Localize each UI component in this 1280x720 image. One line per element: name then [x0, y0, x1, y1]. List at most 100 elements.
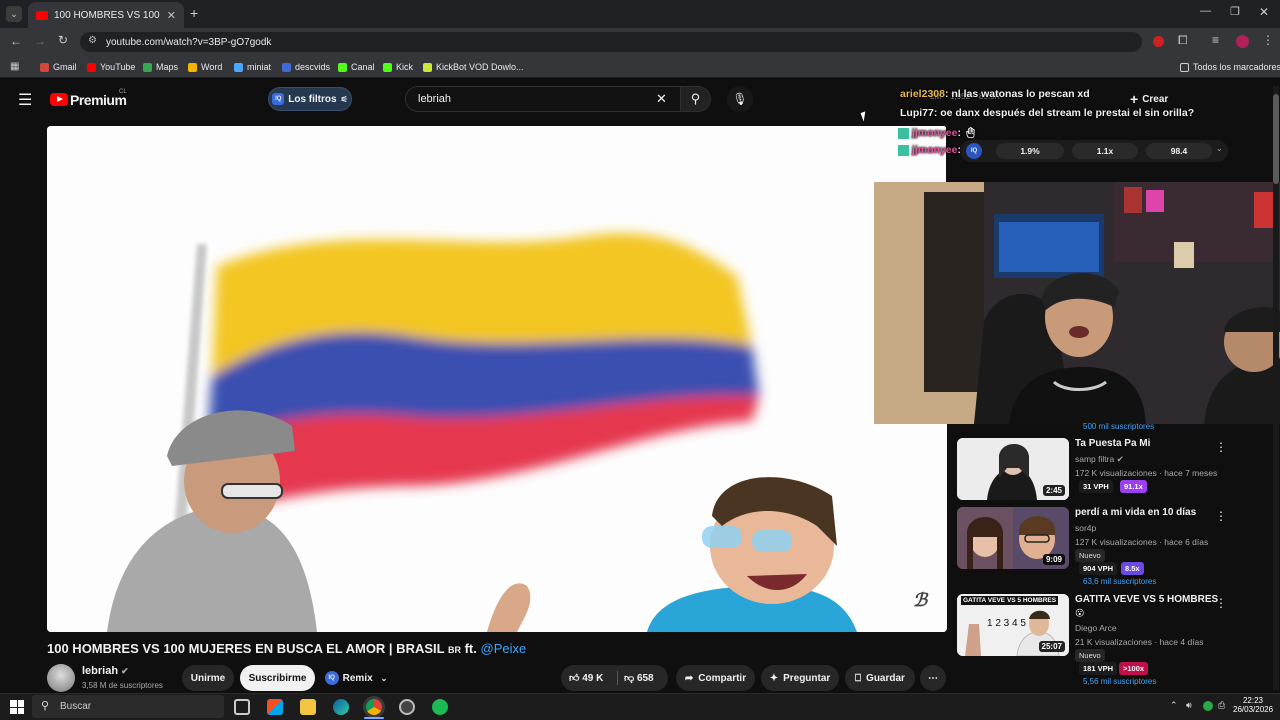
store-icon[interactable] [267, 699, 283, 715]
chrome-icon[interactable] [366, 699, 382, 715]
video-thumbnail[interactable]: GATITA VEVE VS 5 HOMBRES 1 2 3 4 5 25:07 [957, 594, 1069, 656]
channel-avatar[interactable] [47, 664, 75, 692]
kick-icon [383, 62, 392, 72]
share-icon: ➦ [684, 672, 694, 684]
recommendation-item[interactable]: 2:45 Ta Puesta Pa Mi samp filtra ✔ 172 K… [957, 438, 1277, 502]
media-icon[interactable]: ≡ [1212, 33, 1219, 47]
bookmark-kickbot[interactable]: KickBot VOD Dowlo... [423, 62, 524, 72]
maximize-button[interactable]: ❐ [1230, 5, 1240, 18]
tab-search-button[interactable]: ⌄ [6, 6, 22, 22]
recommendation-title[interactable]: perdí a mi vida en 10 días [1075, 507, 1196, 518]
chevron-down-icon: ⌄ [380, 673, 388, 683]
bookmark-youtube[interactable]: YouTube [87, 62, 135, 72]
join-button[interactable]: Unirme [182, 665, 234, 691]
dislike-button[interactable]: 👎︎ 658 [624, 672, 654, 684]
video-player[interactable]: ℬ [47, 126, 947, 632]
recommendation-meta: 127 K visualizaciones · hace 6 días [1075, 537, 1209, 547]
network-icon[interactable]: ⎙ [1218, 700, 1225, 711]
voice-search-button[interactable]: 🎙︎ [727, 86, 753, 112]
hamburger-menu-icon[interactable]: ☰ [18, 90, 32, 110]
back-icon[interactable]: ← [10, 34, 22, 48]
more-options-icon[interactable]: ⋮ [1215, 596, 1227, 610]
more-options-icon[interactable]: ⋮ [1215, 440, 1227, 454]
mention-link[interactable]: @Peixe [481, 641, 527, 656]
chat-message: ariel2308: nl las watonas lo pescan xd [900, 88, 1090, 100]
like-button[interactable]: 👍︎ 49 K [569, 672, 603, 684]
bookmark-miniat[interactable]: miniat [234, 62, 271, 72]
minimize-button[interactable]: — [1200, 5, 1211, 17]
edge-icon[interactable] [333, 699, 349, 715]
spotify-icon[interactable] [432, 699, 448, 715]
task-view-icon[interactable] [234, 699, 250, 715]
bookmarks-bar: ▦ Gmail YouTube Maps Word miniat descvid… [0, 56, 1280, 78]
new-tab-button[interactable]: + [190, 5, 198, 21]
bookmark-word[interactable]: Word [188, 62, 222, 72]
recommendation-title[interactable]: GATITA VEVE VS 5 HOMBRES [1075, 594, 1218, 605]
apps-grid-icon[interactable]: ▦ [10, 61, 19, 72]
bookmark-gmail[interactable]: Gmail [40, 62, 77, 72]
page-scrollbar[interactable] [1273, 86, 1279, 690]
scrollbar-thumb[interactable] [1273, 94, 1279, 184]
recommendation-meta: 21 K visualizaciones · hace 4 días [1075, 637, 1204, 647]
extensions-icon[interactable]: ⧠ [1178, 33, 1188, 48]
search-input[interactable]: lebriah ✕ [405, 86, 681, 112]
tray-chevron-icon[interactable]: ⌃ [1170, 700, 1178, 711]
reload-icon[interactable]: ↻ [58, 33, 68, 47]
thumbnail-caption: GATITA VEVE VS 5 HOMBRES [961, 596, 1059, 605]
recommendation-item[interactable]: 9:09 perdí a mi vida en 10 días sor4p 12… [957, 507, 1277, 587]
subscribe-button[interactable]: Suscribirme [240, 665, 315, 691]
site-info-icon[interactable]: ⚙ [88, 35, 97, 46]
share-button[interactable]: ➦ Compartir [676, 665, 755, 691]
close-window-button[interactable]: ✕ [1259, 5, 1269, 19]
file-explorer-icon[interactable] [300, 699, 316, 715]
bookmark-all-folders[interactable]: Todos los marcadores [1180, 62, 1280, 72]
descvids-icon [282, 62, 291, 72]
stream-chat-overlay: ariel2308: nl las watonas lo pescan xd L… [896, 86, 1280, 158]
ask-button[interactable]: ✦ Preguntar [761, 665, 839, 691]
recommendation-title[interactable]: Ta Puesta Pa Mi [1075, 438, 1150, 449]
more-actions-button[interactable]: ⋯ [920, 665, 946, 691]
remix-button[interactable]: IQ Remix ⌄ [321, 665, 391, 691]
thumbs-up-icon: 👍︎ [569, 673, 580, 684]
channel-watermark-icon[interactable]: ℬ [913, 590, 927, 611]
bookmark-canal[interactable]: Canal [338, 62, 375, 72]
address-bar[interactable]: ⚙ youtube.com/watch?v=3BP-gO7godk [80, 32, 1142, 52]
youtube-premium-logo[interactable]: Premium [70, 92, 127, 108]
tray-app-icon[interactable] [1203, 701, 1213, 711]
new-badge: Nuevo [1075, 649, 1105, 662]
youtube-logo-icon[interactable] [50, 93, 68, 106]
subscriber-count: 3,58 M de suscriptores [82, 681, 163, 690]
profile-avatar[interactable] [1236, 35, 1249, 48]
recommendation-channel[interactable]: sor4p [1075, 523, 1096, 533]
channel-name[interactable]: lebriah ✔ [82, 665, 129, 677]
flag-code: BR [447, 645, 461, 655]
video-thumbnail[interactable]: 9:09 [957, 507, 1069, 569]
search-button[interactable]: ⚲ [681, 86, 711, 112]
bookmark-maps[interactable]: Maps [143, 62, 178, 72]
record-extension-icon[interactable] [1153, 36, 1164, 47]
bookmark-descvids[interactable]: descvids [282, 62, 330, 72]
kickbot-icon [423, 62, 432, 72]
url-text: youtube.com/watch?v=3BP-gO7godk [106, 36, 272, 48]
recommendation-item[interactable]: GATITA VEVE VS 5 HOMBRES 1 2 3 4 5 25:07… [957, 594, 1277, 690]
clear-search-icon[interactable]: ✕ [656, 91, 667, 107]
save-button[interactable]: ⎕ Guardar [845, 665, 915, 691]
more-options-icon[interactable]: ⋮ [1215, 509, 1227, 523]
tab-close-icon[interactable]: ✕ [167, 9, 176, 22]
tab-youtube[interactable]: 100 HOMBRES VS 100 MUJERE ✕ [28, 2, 184, 28]
obs-icon[interactable] [399, 699, 415, 715]
youtube-icon [87, 62, 96, 72]
recommendation-channel[interactable]: samp filtra ✔ [1075, 454, 1124, 465]
filters-button[interactable]: IQ Los filtros ⚟ [268, 87, 352, 111]
video-thumbnail[interactable]: 2:45 [957, 438, 1069, 500]
browser-menu-icon[interactable]: ⋮ [1262, 33, 1274, 47]
taskbar-search-input[interactable]: ⚲ Buscar [32, 695, 224, 718]
clock[interactable]: 22:23 26/03/2026 [1233, 696, 1273, 714]
windows-start-icon[interactable] [10, 700, 24, 714]
forward-icon[interactable]: → [34, 34, 46, 48]
duration-badge: 2:45 [1042, 485, 1065, 496]
recommendation-channel[interactable]: Diego Arce [1075, 623, 1117, 633]
vph-tag: 904 VPH [1079, 562, 1118, 575]
bookmark-kick[interactable]: Kick [383, 62, 413, 72]
volume-icon[interactable]: 🔊︎ [1186, 700, 1192, 711]
